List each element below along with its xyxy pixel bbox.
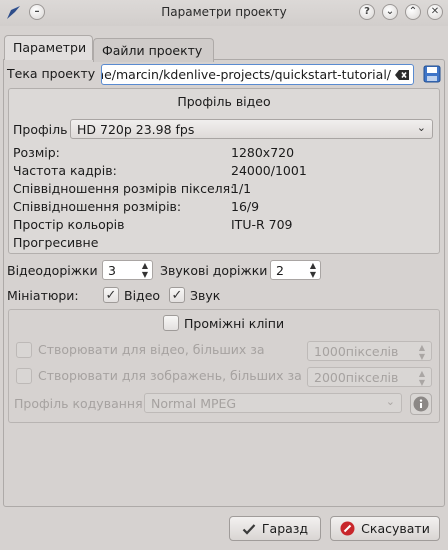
- checkmark-icon: [242, 523, 256, 535]
- info-button[interactable]: [410, 393, 432, 415]
- thumbnails-audio-checkbox[interactable]: ✓: [169, 287, 185, 303]
- thumbnails-video-checkbox[interactable]: ✓: [103, 287, 119, 303]
- video-tracks-label: Відеодоріжки: [7, 263, 98, 278]
- audio-tracks-value: 2: [276, 263, 284, 278]
- clear-text-icon[interactable]: [394, 69, 410, 81]
- profile-select-value: HD 720p 23.98 fps: [77, 122, 195, 137]
- close-button[interactable]: ✕: [427, 4, 443, 20]
- property-label: Частота кадрів:: [13, 163, 117, 178]
- ok-button[interactable]: Гаразд: [229, 516, 321, 541]
- property-label: Простір кольорів: [13, 217, 125, 232]
- encoding-profile-select[interactable]: Normal MPEG ⌄: [144, 393, 402, 413]
- maximize-button[interactable]: ⌃: [405, 4, 421, 20]
- property-value: 24000/1001: [231, 163, 307, 178]
- profile-select[interactable]: HD 720p 23.98 fps ⌄: [70, 119, 433, 139]
- property-label: Співвідношення розмірів пікселя:: [13, 181, 235, 196]
- save-icon[interactable]: [423, 65, 441, 83]
- tab-project-files[interactable]: Файли проекту: [93, 38, 214, 62]
- audio-tracks-spinbox[interactable]: 2 ▲ ▼: [270, 260, 321, 280]
- minimize-button[interactable]: ⌄: [382, 4, 398, 20]
- profile-label: Профіль: [13, 122, 68, 137]
- video-tracks-spinbox[interactable]: 3 ▲ ▼: [102, 260, 153, 280]
- property-value: 1/1: [231, 181, 252, 196]
- encoding-profile-label: Профіль кодування: [14, 396, 143, 411]
- proxy-clips-label[interactable]: Проміжні кліпи: [184, 316, 284, 331]
- checkmark-icon: ✓: [105, 287, 117, 303]
- property-value: ITU-R 709: [231, 217, 293, 232]
- ok-button-label: Гаразд: [261, 521, 309, 536]
- spin-arrows-icon[interactable]: ▲ ▼: [310, 261, 316, 279]
- video-profile-title: Профіль відео: [177, 94, 271, 109]
- info-icon: [413, 396, 429, 412]
- audio-tracks-label: Звукові доріжки: [160, 263, 268, 278]
- spin-arrows-icon: ▲ ▼: [418, 343, 425, 361]
- property-value: 1280x720: [231, 145, 295, 160]
- checkmark-icon: ✓: [171, 287, 183, 303]
- proxy-image-size-value: 2000пікселів: [314, 370, 399, 385]
- spin-arrows-icon[interactable]: ▲ ▼: [142, 261, 148, 279]
- project-folder-value: /home/marcin/kdenlive-projects/quickstar…: [101, 67, 391, 82]
- cancel-icon: [340, 521, 355, 536]
- cancel-button-label: Скасувати: [361, 521, 430, 536]
- proxy-video-size-value: 1000пікселів: [314, 344, 399, 359]
- proxy-video-size-spinbox[interactable]: 1000пікселів ▲ ▼: [307, 341, 432, 361]
- chevron-down-icon: ⌄: [385, 395, 395, 408]
- chevron-down-icon: ⌄: [416, 121, 426, 134]
- proxy-clips-checkbox[interactable]: [163, 315, 179, 331]
- proxy-image-size-spinbox[interactable]: 2000пікселів ▲ ▼: [307, 367, 432, 387]
- property-label: Співвідношення розмірів:: [13, 199, 182, 214]
- thumbnails-label: Мініатюри:: [7, 288, 79, 303]
- tab-settings[interactable]: Параметри: [4, 35, 93, 60]
- proxy-image-label: Створювати для зображень, більших за: [38, 368, 302, 383]
- thumbnails-video-label[interactable]: Відео: [124, 288, 160, 303]
- project-folder-label: Тека проекту: [7, 66, 96, 81]
- proxy-image-checkbox[interactable]: [16, 368, 32, 384]
- video-tracks-value: 3: [108, 263, 116, 278]
- help-button[interactable]: ?: [359, 4, 375, 20]
- cancel-button[interactable]: Скасувати: [330, 516, 440, 541]
- proxy-video-checkbox[interactable]: [16, 342, 32, 358]
- window-title: Параметри проекту: [161, 5, 287, 19]
- spin-arrows-icon: ▲ ▼: [418, 369, 425, 387]
- encoding-profile-value: Normal MPEG: [151, 396, 237, 411]
- proxy-video-label: Створювати для відео, більших за: [38, 342, 265, 357]
- thumbnails-audio-label[interactable]: Звук: [190, 288, 220, 303]
- property-label: Прогресивне: [13, 235, 99, 250]
- project-folder-input[interactable]: /home/marcin/kdenlive-projects/quickstar…: [101, 64, 414, 85]
- property-label: Розмір:: [13, 145, 60, 160]
- property-value: 16/9: [231, 199, 260, 214]
